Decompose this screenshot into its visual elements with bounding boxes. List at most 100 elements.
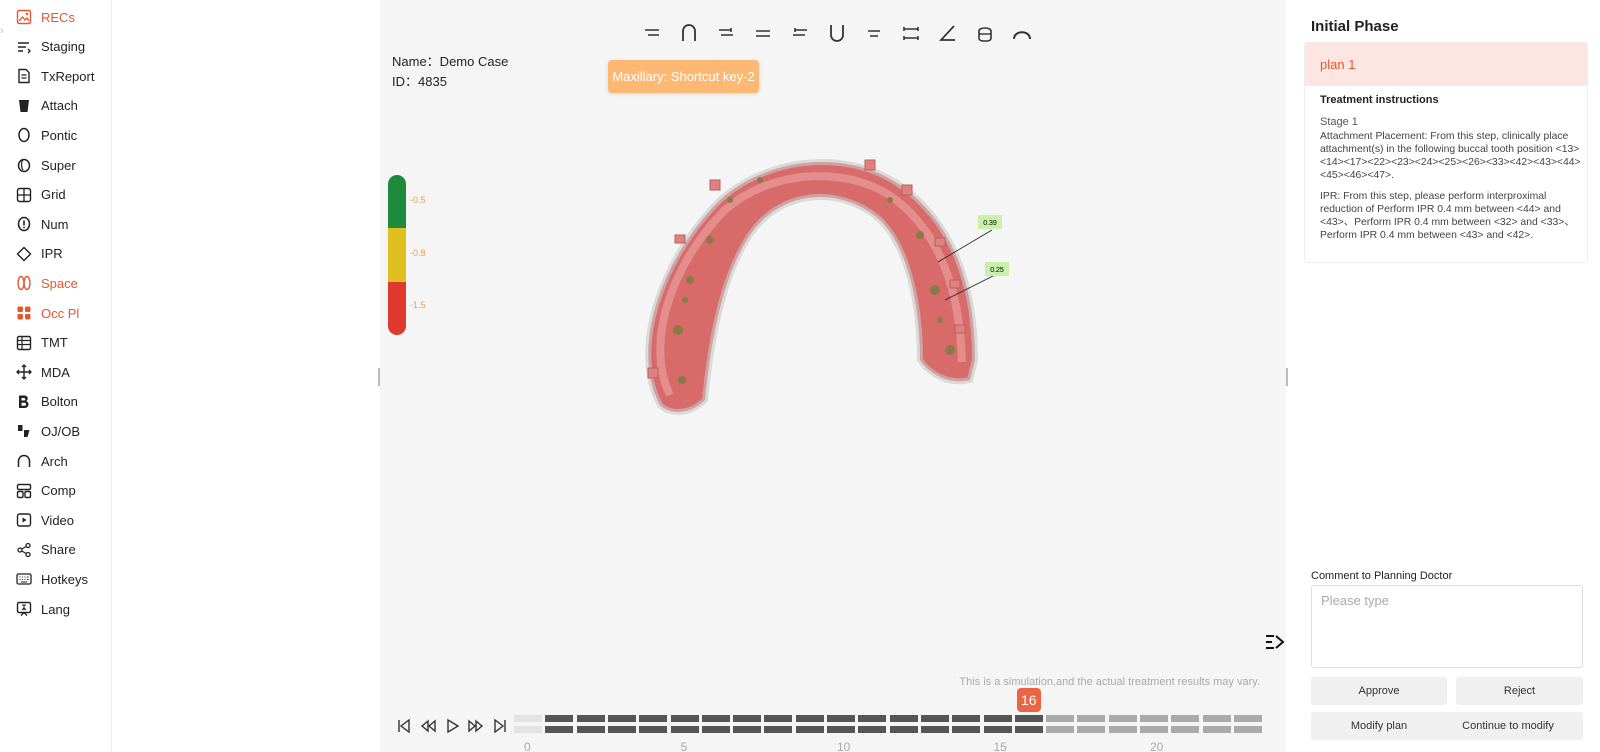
timeline-stage[interactable] [1171, 715, 1200, 734]
sidebar-item-hotkeys[interactable]: Hotkeys [16, 567, 112, 591]
timeline-stage[interactable] [858, 715, 887, 734]
comment-label: Comment to Planning Doctor [1311, 570, 1453, 582]
right-panel: Initial Phase plan 1 Treatment instructi… [1288, 0, 1600, 752]
timeline-stage[interactable] [764, 715, 793, 734]
timeline-stage[interactable] [639, 715, 668, 734]
modify-plan-button[interactable]: Modify plan [1311, 712, 1447, 740]
sidebar-item-recs[interactable]: RECs [16, 5, 112, 29]
angle-view-button[interactable] [929, 21, 966, 45]
sidebar-item-label: OJ/OB [41, 423, 81, 439]
timeline-stage[interactable] [1140, 715, 1168, 734]
scale-green [388, 175, 406, 229]
timeline-stage[interactable] [1202, 715, 1231, 734]
occ-icon [16, 305, 32, 321]
sidebar-item-occ-pl[interactable]: Occ Pl [16, 301, 112, 325]
sidebar-item-space[interactable]: Space [16, 271, 112, 295]
split-view-icon [902, 27, 919, 40]
timeline-stage[interactable] [920, 715, 949, 734]
timeline-stage[interactable] [1077, 715, 1106, 734]
sidebar-item-label: Hotkeys [41, 571, 88, 587]
timeline-stage[interactable] [701, 715, 730, 734]
compare-icon [16, 483, 32, 499]
occlusal-view-button[interactable] [744, 21, 781, 45]
table-icon [16, 335, 32, 351]
back-view-button[interactable] [855, 21, 892, 45]
timeline-stage[interactable] [1014, 715, 1043, 734]
mandibular-view-button[interactable] [818, 21, 855, 45]
sidebar-item-tmt[interactable]: TMT [16, 331, 112, 355]
sidebar-item-label: Occ Pl [41, 305, 80, 321]
sidebar-item-oj-ob[interactable]: OJ/OB [16, 419, 112, 443]
sidebar-item-comp[interactable]: Comp [16, 479, 112, 503]
timeline-stage[interactable] [795, 715, 824, 734]
sidebar-item-label: Space [41, 275, 78, 291]
timeline-stage[interactable] [983, 715, 1012, 734]
sidebar-item-super[interactable]: Super [16, 153, 112, 177]
current-stage-marker[interactable]: 16 [1016, 688, 1041, 712]
timeline-stage[interactable] [545, 715, 574, 734]
timeline-tick-label: 5 [680, 740, 688, 752]
sidebar-item-staging[interactable]: Staging [16, 35, 112, 59]
tooth-view-button[interactable] [966, 21, 1003, 45]
sidebar-item-attach[interactable]: Attach [16, 94, 112, 118]
timeline-stage[interactable] [1108, 715, 1137, 734]
comment-input[interactable] [1311, 585, 1583, 668]
toggle-panel-icon[interactable] [1264, 632, 1286, 652]
sidebar-collapse-handle[interactable]: › [0, 25, 6, 43]
last-stage-button[interactable] [488, 717, 512, 735]
sidebar-item-num[interactable]: Num [16, 212, 112, 236]
bolton-icon [16, 394, 32, 410]
right-view-button[interactable] [707, 21, 744, 45]
shortcut-tooltip: Maxillary: Shortcut key-2 [608, 60, 759, 93]
dental-arch-model[interactable]: 0.39 0.25 [620, 140, 1020, 430]
playback-controls [392, 717, 512, 735]
simulation-disclaimer: This is a simulation,and the actual trea… [959, 676, 1260, 688]
approve-button[interactable]: Approve [1311, 677, 1447, 705]
reject-button[interactable]: Reject [1456, 677, 1583, 705]
stage-timeline[interactable] [514, 715, 1274, 735]
plan-header[interactable]: plan 1 [1305, 43, 1587, 86]
scale-label-1: -0.5 [410, 195, 426, 205]
sidebar-item-label: Share [41, 542, 76, 558]
sidebar-item-label: Num [41, 216, 69, 232]
timeline-stage[interactable] [733, 715, 762, 734]
timeline-stage[interactable] [889, 715, 918, 734]
scale-label-3: -1.5 [410, 300, 426, 310]
timeline-stage[interactable] [670, 715, 699, 734]
left-splitter[interactable] [378, 368, 380, 386]
sidebar-item-ipr[interactable]: IPR [16, 242, 112, 266]
timeline-stage[interactable] [514, 715, 542, 734]
timeline-stage[interactable] [1233, 715, 1262, 734]
move-icon [16, 364, 32, 381]
front-view-button[interactable] [633, 21, 670, 45]
play-button[interactable] [440, 717, 464, 735]
timeline-stage[interactable] [827, 715, 855, 734]
stage-label: Stage 1 [1320, 116, 1358, 128]
sidebar-item-bolton[interactable]: Bolton [16, 390, 112, 414]
arch-outline-button[interactable] [1003, 21, 1040, 45]
continue-modify-button[interactable]: Continue to modify [1433, 712, 1583, 740]
timeline-stage[interactable] [576, 715, 605, 734]
sidebar-item-pontic[interactable]: Pontic [16, 123, 112, 147]
rewind-button[interactable] [416, 717, 440, 735]
3d-viewer[interactable]: Name：Demo Case ID：4835 Maxillary: Shortc… [380, 0, 1286, 752]
timeline-stage[interactable] [952, 715, 981, 734]
first-stage-button[interactable] [392, 717, 416, 735]
sidebar-item-grid[interactable]: Grid [16, 183, 112, 207]
sidebar-item-arch[interactable]: Arch [16, 449, 112, 473]
sidebar-item-share[interactable]: Share [16, 538, 112, 562]
left-view-button[interactable] [781, 21, 818, 45]
sidebar-item-label: Bolton [41, 394, 78, 410]
timeline-tick-label: 10 [837, 740, 851, 752]
maxillary-view-icon [681, 24, 696, 41]
fast-forward-button[interactable] [464, 717, 488, 735]
timeline-stage[interactable] [607, 715, 636, 734]
timeline-stage[interactable] [1046, 715, 1075, 734]
occlusal-view-icon [755, 30, 770, 37]
sidebar-item-video[interactable]: Video [16, 508, 112, 532]
sidebar-item-mda[interactable]: MDA [16, 360, 112, 384]
sidebar-item-lang[interactable]: Lang [16, 597, 112, 621]
maxillary-view-button[interactable] [670, 21, 707, 45]
split-view-button[interactable] [892, 21, 929, 45]
sidebar-item-txreport[interactable]: TxReport [16, 64, 112, 88]
